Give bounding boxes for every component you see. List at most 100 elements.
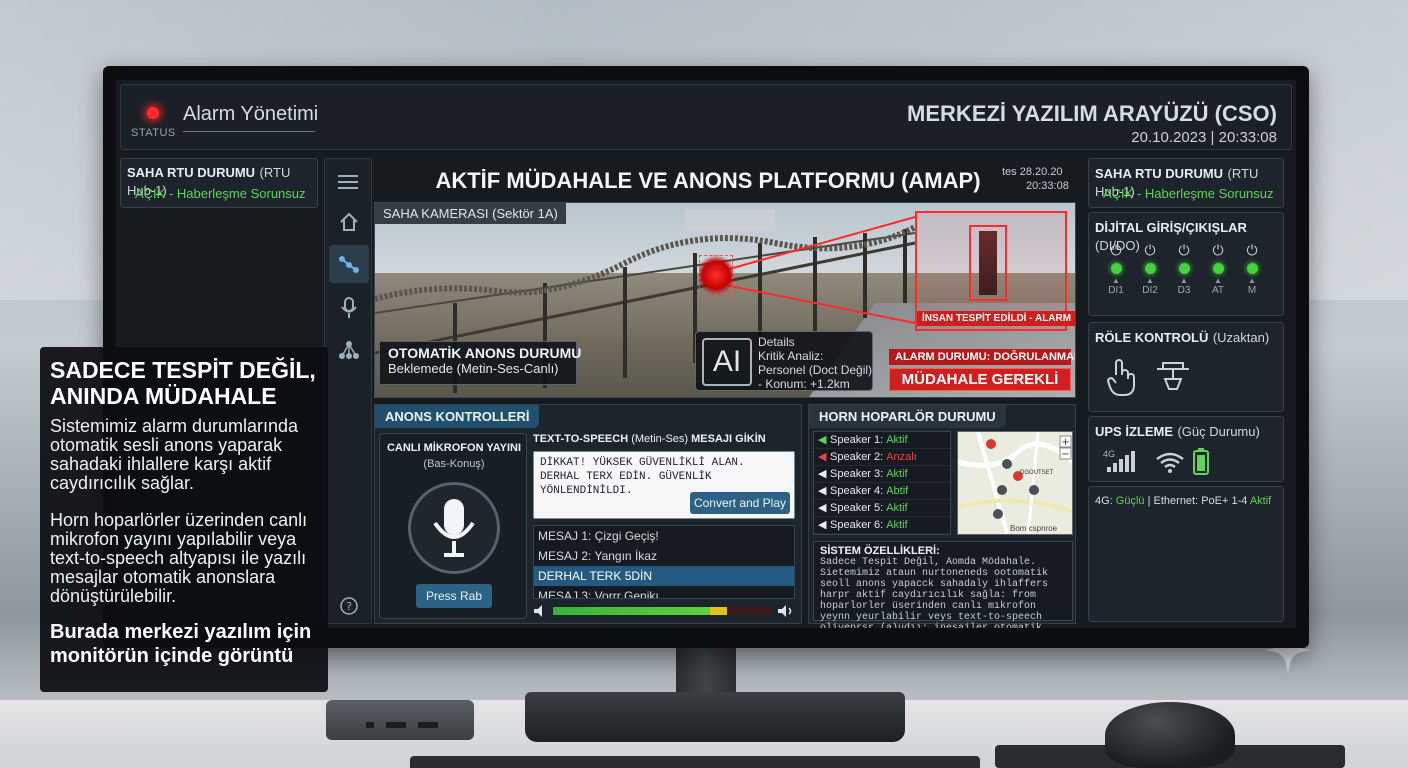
tts-title-mid: (Metin-Ses) <box>631 433 689 445</box>
volume-bar[interactable] <box>533 603 795 619</box>
power-icon: ⏻ <box>1178 242 1190 258</box>
speaker-row[interactable]: ◀ Speaker 5: Aktif <box>814 500 950 517</box>
map-graphic: + − <box>958 432 1072 534</box>
ai-detail-line: Details <box>758 335 795 349</box>
ups-monitor-panel: UPS İZLEME (Güç Durumu) 4G <box>1088 416 1284 482</box>
monitor-stand-base <box>525 692 905 742</box>
speaker-state: Anzalı <box>886 451 917 463</box>
nav-help[interactable]: ? <box>329 587 369 625</box>
tts-title: TEXT-TO-SPEECH (Metin-Ses) MESAJI GİKİN <box>533 433 766 445</box>
overlay-heading: SADECE TESPİT DEĞİL, ANINDA MÜDAHALE <box>50 357 316 409</box>
usb-hub <box>326 700 474 740</box>
volume-track[interactable] <box>553 607 771 615</box>
auto-announcement-status: OTOMATİK ANONS DURUMU Beklemede (Metin-S… <box>379 341 581 385</box>
microphone-icon <box>341 297 357 318</box>
message-item[interactable]: MESAJ 2: Yangın İkaz <box>534 546 794 566</box>
wifi-icon <box>1156 452 1184 473</box>
convert-and-play-button[interactable]: Convert and Play <box>690 492 790 514</box>
app-title[interactable]: Alarm Yönetimi <box>183 103 318 126</box>
side-nav: ? <box>324 158 372 624</box>
overlay-paragraph-1: Sistemimiz alarm durumlarında otomatik s… <box>50 416 299 493</box>
power-icon: ⏻ <box>1144 242 1156 258</box>
tts-input[interactable]: DİKKAT! YÜKSEK GÜVENLİKLİ ALAN. DERHAL T… <box>533 451 795 519</box>
overlay-paragraph-2: Horn hoparlörler üzerinden canlı mikrofo… <box>50 510 308 606</box>
nav-network[interactable] <box>329 245 369 283</box>
speaker-name: Speaker 1: <box>830 434 884 446</box>
title-underline <box>183 131 315 132</box>
touch-hand-icon[interactable] <box>1105 357 1137 397</box>
system-features-box: SİSTEM ÖZELLİKLERİ: Sadece Tespit Değil,… <box>813 541 1073 628</box>
speaker-row[interactable]: ◀ Speaker 4: Abtif <box>814 483 950 500</box>
speaker-icon: ◀ <box>818 485 827 497</box>
camera-label: SAHA KAMERASI (Sektör 1A) <box>375 203 566 224</box>
dio-channel[interactable]: ⏻ ▲ AT <box>1205 241 1231 297</box>
system-title: MERKEZİ YAZILIM ARAYÜZÜ (CSO) <box>907 101 1277 126</box>
network-icon <box>339 256 359 273</box>
volume-high-icon <box>778 605 792 617</box>
dio-channel[interactable]: ⏻ ▲ DI1 <box>1103 241 1129 297</box>
keyboard <box>410 756 980 768</box>
channel-led-icon <box>1110 263 1122 274</box>
message-item[interactable]: MESAJ 3: Vorrr Genikı <box>534 586 794 598</box>
channel-led-icon <box>1212 263 1224 274</box>
speaker-map[interactable]: + − DGOUTSET Bom cspnroe <box>957 431 1073 535</box>
message-item[interactable]: MESAJ 1: Çizgi Geçiş! <box>534 526 794 546</box>
system-features-title: SİSTEM ÖZELLİKLERİ: <box>820 545 940 557</box>
speaker-name: Speaker 4: <box>830 485 884 497</box>
overlay-footer: Burada merkezi yazılım için monitörün iç… <box>50 621 312 667</box>
help-icon: ? <box>340 597 358 615</box>
speaker-name: Speaker 2: <box>830 451 884 463</box>
arrow-up-icon: ▲ <box>1214 276 1222 285</box>
press-talk-button[interactable]: Press Rab <box>416 584 492 608</box>
nav-topology[interactable] <box>329 331 369 369</box>
field-camera-view[interactable]: İNSAN TESPİT EDİLDİ - ALARM SAHA KAMERAS… <box>374 202 1076 398</box>
cellular-signal-icon <box>1107 451 1135 472</box>
message-item[interactable]: DERHAL TERK 5DİN <box>534 566 794 586</box>
tts-title-main: TEXT-TO-SPEECH <box>533 433 629 445</box>
relay-control-panel: RÖLE KONTROLÜ (Uzaktan) <box>1088 322 1284 412</box>
topology-icon <box>339 341 359 359</box>
ai-analysis-card: AI Details Kritik Analiz: Personel (Doct… <box>695 331 873 391</box>
dio-channel[interactable]: ⏻ ▲ D3 <box>1171 241 1197 297</box>
nav-menu[interactable] <box>329 163 369 201</box>
main-time-line1: tes 28.20.20 <box>1002 166 1063 178</box>
horn-speaker-panel: HORN HOPARLÖR DURUMU ◀ Speaker 1: Aktif ◀ Sp… <box>808 404 1076 628</box>
speaker-list[interactable]: ◀ Speaker 1: Aktif ◀ Speaker 2: Anzalı ◀ Speake… <box>813 431 951 535</box>
channel-label: M <box>1247 285 1257 296</box>
detection-label: İNSAN TESPİT EDİLDİ - ALARM <box>917 311 1075 326</box>
channel-led-icon <box>1178 263 1190 274</box>
arrow-up-icon: ▲ <box>1112 276 1120 285</box>
relay-title: RÖLE KONTROLÜ <box>1095 330 1209 345</box>
speaker-row[interactable]: ◀ Speaker 2: Anzalı <box>814 449 950 466</box>
message-list[interactable]: MESAJ 1: Çizgi Geçiş! MESAJ 2: Yangın İka… <box>533 525 795 599</box>
rtu-title: SAHA RTU DURUMU <box>1095 166 1224 181</box>
map-label: Bom cspnroe <box>1010 524 1058 533</box>
arrow-up-icon: ▲ <box>1146 276 1154 285</box>
push-to-talk-button[interactable] <box>408 482 500 574</box>
speaker-row[interactable]: ◀ Speaker 6: Aktif <box>814 517 950 534</box>
ups-title: UPS İZLEME <box>1095 424 1174 439</box>
svg-text:?: ? <box>346 600 352 613</box>
arrow-up-icon: ▲ <box>1248 276 1256 285</box>
volume-peak <box>709 607 728 615</box>
marketing-overlay: SADECE TESPİT DEĞİL, ANINDA MÜDAHALE Sis… <box>40 347 328 692</box>
menu-icon <box>338 175 358 189</box>
ai-logo-icon: AI <box>702 338 752 386</box>
nav-microphone[interactable] <box>329 289 369 327</box>
network-prefix: 4G: <box>1095 495 1113 507</box>
speaker-name: Speaker 6: <box>830 519 884 531</box>
action-required-button[interactable]: MÜDAHALE GEREKLİ <box>889 368 1071 391</box>
relay-switch-icon[interactable] <box>1155 361 1191 393</box>
ai-detail-line: Kritik Analiz: <box>758 349 824 363</box>
dio-channel[interactable]: ⏻ ▲ DI2 <box>1137 241 1163 297</box>
svg-text:−: − <box>1061 449 1069 460</box>
announcement-controls-tab[interactable]: ANONS KONTROLLERİ <box>375 405 540 428</box>
nav-home[interactable] <box>329 203 369 241</box>
horn-speaker-tab[interactable]: HORN HOPARLÖR DURUMU <box>809 405 1006 428</box>
network-status-line: 4G: Güçlü | Ethernet: PoE+ 1-4 Aktif <box>1095 495 1271 507</box>
dio-channel[interactable]: ⏻ ▲ M <box>1239 241 1265 297</box>
speaker-row[interactable]: ◀ Speaker 1: Aktif <box>814 432 950 449</box>
network-4g-state: Güçlü <box>1115 495 1145 507</box>
channel-label: D3 <box>1177 285 1191 296</box>
speaker-row[interactable]: ◀ Speaker 3: Aktif <box>814 466 950 483</box>
